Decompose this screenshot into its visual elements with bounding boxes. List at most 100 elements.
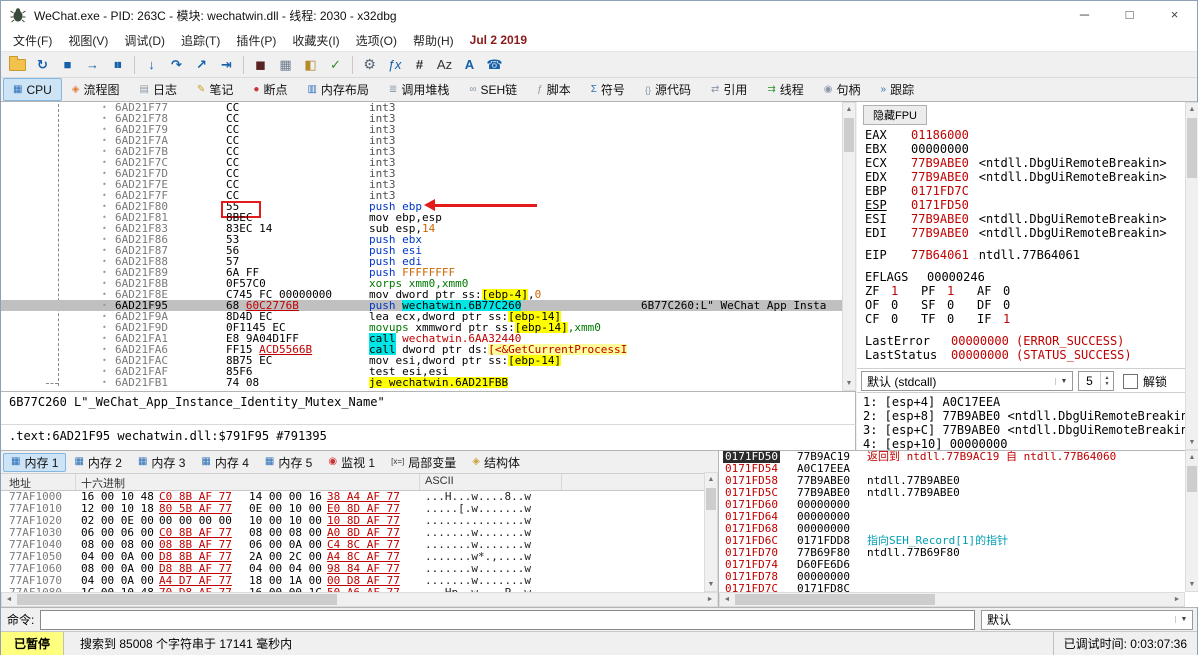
- breakpoint-dot-icon[interactable]: •: [102, 366, 107, 377]
- flags-row[interactable]: ZF 1 PF 1 AF 0: [865, 284, 1181, 298]
- scroll-right-button[interactable]: ►: [1170, 593, 1184, 606]
- breakpoint-dot-icon[interactable]: •: [102, 278, 107, 289]
- arg-count-spinner[interactable]: 5 ▲ ▼: [1078, 371, 1114, 391]
- register-row-ecx[interactable]: ECX 77B9ABE0 <ntdll.DbgUiRemoteBreakin>: [865, 156, 1181, 170]
- chevron-down-icon[interactable]: ▼: [1055, 377, 1072, 385]
- scroll-left-button[interactable]: ◄: [2, 593, 16, 606]
- tab-handles[interactable]: ◉ 句柄: [814, 78, 871, 101]
- breakpoint-dot-icon[interactable]: •: [102, 311, 107, 322]
- breakpoint-dot-icon[interactable]: •: [102, 146, 107, 157]
- menu-view[interactable]: 视图(V): [60, 30, 116, 51]
- disasm-row[interactable]: • 6AD21FB1 74 08 je wechatwin.6AD21FBB: [1, 377, 855, 388]
- run-to-user-code-button[interactable]: ⇥: [215, 54, 238, 76]
- breakpoint-dot-icon[interactable]: •: [102, 157, 107, 168]
- register-row-eax[interactable]: EAX 01186000: [865, 128, 1181, 142]
- tab-trace[interactable]: » 跟踪: [871, 78, 925, 101]
- register-row-eflags[interactable]: EFLAGS 00000246: [865, 270, 1181, 284]
- register-row-ebp[interactable]: EBP 0171FD7C: [865, 184, 1181, 198]
- disassembly-view[interactable]: • 6AD21F77 CC int3 • 6AD21F78 CC int3 • 6AD21F7…: [1, 102, 856, 391]
- flags-row[interactable]: OF 0 SF 0 DF 0: [865, 298, 1181, 312]
- register-row-edi[interactable]: EDI 77B9ABE0 <ntdll.DbgUiRemoteBreakin>: [865, 226, 1181, 240]
- scroll-up-button[interactable]: ▲: [1186, 451, 1198, 464]
- unlock-checkbox[interactable]: [1123, 373, 1138, 389]
- menu-plugins[interactable]: 插件(P): [228, 30, 284, 51]
- spinner-arrows[interactable]: ▲ ▼: [1100, 372, 1113, 390]
- register-row-edx[interactable]: EDX 77B9ABE0 <ntdll.DbgUiRemoteBreakin>: [865, 170, 1181, 184]
- menu-options[interactable]: 选项(O): [348, 30, 405, 51]
- stack-row[interactable]: 0171FD78 00000000: [719, 571, 1198, 583]
- open-file-button[interactable]: [6, 54, 29, 76]
- scroll-thumb[interactable]: [735, 594, 935, 605]
- find-strings-button[interactable]: A: [458, 54, 481, 76]
- stack-panel[interactable]: 0171FD50 77B9AC19 返回到 ntdll.77B9AC19 自 ntd…: [719, 450, 1198, 607]
- arg-row[interactable]: 3: [esp+C] 77B9ABE0 <ntdll.DbgUiRemoteBr…: [863, 423, 1195, 437]
- last-error-row[interactable]: LastError 00000000 (ERROR_SUCCESS): [865, 334, 1181, 348]
- dump-rows[interactable]: 77AF1000 16 00 10 48 C0 8B AF 77 14 00 00 1…: [1, 491, 718, 595]
- breakpoint-dot-icon[interactable]: •: [102, 212, 107, 223]
- register-row-ebx[interactable]: EBX 00000000: [865, 142, 1181, 156]
- run-button[interactable]: →: [81, 54, 104, 76]
- execute-till-return-button[interactable]: ↗: [190, 54, 213, 76]
- calculator-button[interactable]: ƒx: [383, 54, 406, 76]
- scroll-left-button[interactable]: ◄: [720, 593, 734, 606]
- scroll-up-button[interactable]: ▲: [1186, 103, 1198, 116]
- breakpoint-dot-icon[interactable]: •: [102, 179, 107, 190]
- breakpoint-dot-icon[interactable]: •: [102, 102, 107, 113]
- arg-row[interactable]: 2: [esp+8] 77B9ABE0 <ntdll.DbgUiRemoteBr…: [863, 409, 1195, 423]
- breakpoint-dot-icon[interactable]: •: [102, 300, 107, 311]
- patches-button[interactable]: ◧: [299, 54, 322, 76]
- breakpoint-dot-icon[interactable]: •: [102, 223, 107, 234]
- registers-panel[interactable]: 隐藏FPU EAX 01186000 EBX 00000000 ECX 77B9ABE…: [857, 102, 1198, 450]
- menu-build-date[interactable]: Jul 2 2019: [462, 31, 535, 49]
- pause-button[interactable]: ▮▮: [106, 54, 129, 76]
- breakpoint-dot-icon[interactable]: •: [102, 135, 107, 146]
- tab-struct[interactable]: ◈ 结构体: [464, 453, 528, 472]
- tab-seh[interactable]: ∞ SEH链: [459, 78, 527, 101]
- maximize-button[interactable]: □: [1107, 1, 1152, 29]
- hide-fpu-button[interactable]: 隐藏FPU: [863, 105, 927, 125]
- tab-notes[interactable]: ✎ 笔记: [187, 78, 243, 101]
- restart-button[interactable]: ↻: [31, 54, 54, 76]
- breakpoint-dot-icon[interactable]: •: [102, 333, 107, 344]
- tab-memory-map[interactable]: ▥ 内存布局: [297, 78, 378, 101]
- tab-locals[interactable]: [x=] 局部变量: [383, 453, 464, 472]
- breakpoint-dot-icon[interactable]: •: [102, 113, 107, 124]
- tab-references[interactable]: ⇄ 引用: [701, 78, 757, 101]
- arg-row[interactable]: 4: [esp+10] 00000000: [863, 437, 1185, 450]
- menu-trace[interactable]: 追踪(T): [173, 30, 228, 51]
- menu-favourites[interactable]: 收藏夹(I): [284, 30, 347, 51]
- breakpoint-dot-icon[interactable]: •: [102, 168, 107, 179]
- stack-row[interactable]: 0171FD74 D60FE6D6: [719, 559, 1198, 571]
- breakpoint-dot-icon[interactable]: •: [102, 256, 107, 267]
- scroll-thumb[interactable]: [844, 118, 854, 152]
- scroll-right-button[interactable]: ►: [703, 593, 717, 606]
- registers-scrollbar[interactable]: ▲ ▼: [1185, 102, 1198, 450]
- menu-file[interactable]: 文件(F): [5, 30, 60, 51]
- stack-hscrollbar[interactable]: ◄ ►: [719, 592, 1185, 607]
- tab-script[interactable]: ƒ 脚本: [527, 78, 581, 101]
- tab-watch-1[interactable]: ◉ 监视 1: [320, 453, 383, 472]
- stack-scrollbar[interactable]: ▲ ▼: [1185, 450, 1198, 592]
- flags-row[interactable]: CF 0 TF 0 IF 1: [865, 312, 1181, 326]
- breakpoint-dot-icon[interactable]: •: [102, 245, 107, 256]
- tab-breakpoints[interactable]: ● 断点: [243, 78, 297, 101]
- memory-map-button[interactable]: ▦: [274, 54, 297, 76]
- dump-hscrollbar[interactable]: ◄ ►: [1, 592, 718, 607]
- trace-button[interactable]: ◼: [249, 54, 272, 76]
- scroll-down-button[interactable]: ▼: [843, 377, 855, 390]
- step-over-button[interactable]: ↷: [165, 54, 188, 76]
- calling-convention-select[interactable]: 默认 (stdcall) ▼: [861, 371, 1073, 391]
- memory-dump-panel[interactable]: ▦ 内存 1 ▦ 内存 2 ▦ 内存 3 ▦ 内存 4 ▦ 内存 5 ◉ 监视 1 [x=]…: [1, 450, 719, 607]
- register-row-esi[interactable]: ESI 77B9ABE0 <ntdll.DbgUiRemoteBreakin>: [865, 212, 1181, 226]
- tab-call-stack[interactable]: ≣ 调用堆栈: [379, 78, 459, 101]
- attach-button[interactable]: ☎: [483, 54, 506, 76]
- close-button[interactable]: ×: [1152, 1, 1197, 29]
- breakpoint-dot-icon[interactable]: •: [102, 234, 107, 245]
- breakpoint-dot-icon[interactable]: •: [102, 190, 107, 201]
- breakpoint-dot-icon[interactable]: •: [102, 344, 107, 355]
- stack-row[interactable]: 0171FD70 77B69F80 ntdll.77B69F80: [719, 547, 1198, 559]
- scroll-down-button[interactable]: ▼: [705, 578, 717, 591]
- scroll-thumb[interactable]: [1187, 118, 1197, 178]
- step-into-button[interactable]: ↓: [140, 54, 163, 76]
- scroll-thumb[interactable]: [17, 594, 337, 605]
